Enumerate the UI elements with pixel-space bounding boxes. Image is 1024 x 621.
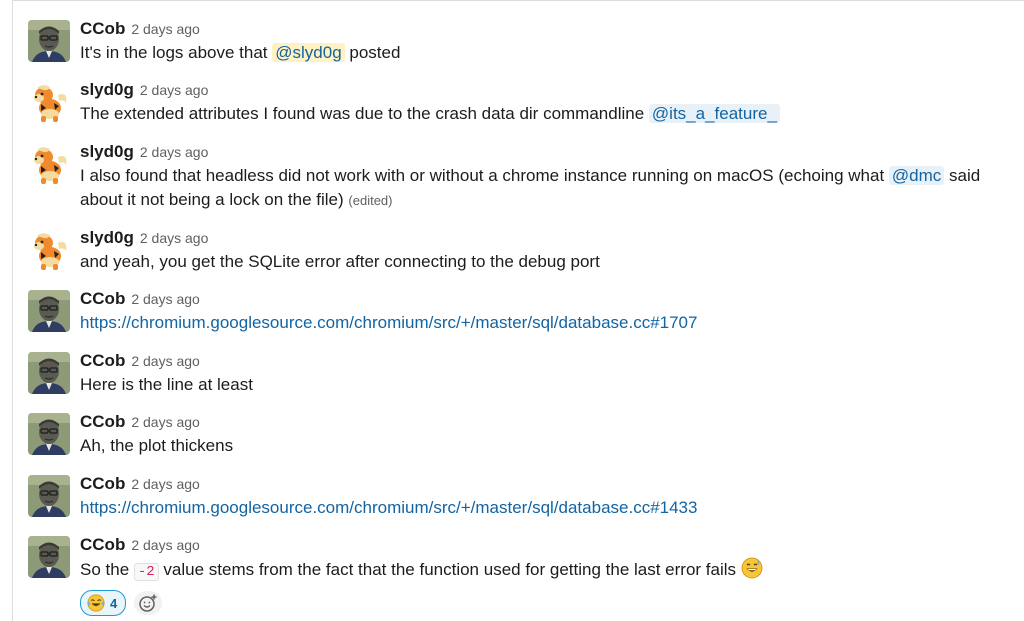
message-header: CCob 2 days ago <box>80 534 1018 556</box>
text-fragment: So the <box>80 560 134 579</box>
message-text: So the -2 value stems from the fact that… <box>80 557 1018 586</box>
timestamp[interactable]: 2 days ago <box>131 291 200 307</box>
message-content: slyd0g 2 days ago The extended attributes … <box>80 79 1018 126</box>
timestamp[interactable]: 2 days ago <box>131 537 200 553</box>
ccob-avatar[interactable] <box>28 536 70 578</box>
ccob-avatar[interactable] <box>28 352 70 394</box>
timestamp[interactable]: 2 days ago <box>140 230 209 246</box>
message-text: and yeah, you get the SQLite error after… <box>80 250 1018 274</box>
author-name[interactable]: CCob <box>80 535 125 554</box>
message-content: CCob 2 days ago So the -2 value stems from… <box>80 534 1018 616</box>
author-name[interactable]: CCob <box>80 289 125 308</box>
message-header: CCob 2 days ago <box>80 288 1018 310</box>
message-content: CCob 2 days ago Ah, the plot thickens <box>80 411 1018 458</box>
reaction-count: 4 <box>110 595 118 611</box>
grinning-sweat-emoji <box>741 557 763 586</box>
timestamp[interactable]: 2 days ago <box>140 144 209 160</box>
author-name[interactable]: CCob <box>80 19 125 38</box>
message-content: slyd0g 2 days ago I also found that headle… <box>80 141 1018 213</box>
message-header: slyd0g 2 days ago <box>80 79 1018 101</box>
left-divider <box>12 0 13 621</box>
timestamp[interactable]: 2 days ago <box>131 476 200 492</box>
message-content: CCob 2 days ago It's in the logs above tha… <box>80 18 1018 65</box>
timestamp[interactable]: 2 days ago <box>131 21 200 37</box>
growlithe-avatar[interactable] <box>28 229 70 271</box>
message-content: CCob 2 days ago https://chromium.googlesou… <box>80 288 1018 335</box>
url-link[interactable]: https://chromium.googlesource.com/chromi… <box>80 313 697 332</box>
timestamp[interactable]: 2 days ago <box>131 353 200 369</box>
author-name[interactable]: CCob <box>80 412 125 431</box>
user-mention[interactable]: @slyd0g <box>272 43 345 62</box>
message-text: Here is the line at least <box>80 373 1018 397</box>
message-header: CCob 2 days ago <box>80 473 1018 495</box>
text-fragment: and yeah, you get the SQLite error after… <box>80 252 600 271</box>
text-fragment: value stems from the fact that the funct… <box>158 560 741 579</box>
message-text: The extended attributes I found was due … <box>80 102 1018 126</box>
message-text: I also found that headless did not work … <box>80 164 1018 213</box>
author-name[interactable]: slyd0g <box>80 228 134 247</box>
message-content: CCob 2 days ago https://chromium.googlesou… <box>80 473 1018 520</box>
reaction-pill[interactable]: 4 <box>80 590 127 616</box>
ccob-avatar[interactable] <box>28 290 70 332</box>
text-fragment: posted <box>344 43 401 62</box>
message-header: slyd0g 2 days ago <box>80 227 1018 249</box>
timestamp[interactable]: 2 days ago <box>140 82 209 98</box>
message-header: CCob 2 days ago <box>80 18 1018 40</box>
add-reaction-icon[interactable] <box>134 591 163 615</box>
message-text: It's in the logs above that @slyd0g post… <box>80 41 1018 65</box>
author-name[interactable]: slyd0g <box>80 142 134 161</box>
inline-code: -2 <box>133 563 159 581</box>
author-name[interactable]: CCob <box>80 474 125 493</box>
message-header: slyd0g 2 days ago <box>80 141 1018 163</box>
message-text: Ah, the plot thickens <box>80 434 1018 458</box>
message-text: https://chromium.googlesource.com/chromi… <box>80 311 1018 335</box>
ccob-avatar[interactable] <box>28 475 70 517</box>
joy-emoji <box>87 594 105 612</box>
url-link[interactable]: https://chromium.googlesource.com/chromi… <box>80 498 697 517</box>
reactions-bar: 4 <box>80 590 1018 616</box>
message-header: CCob 2 days ago <box>80 350 1018 372</box>
edited-marker: (edited) <box>348 193 393 208</box>
message-text: https://chromium.googlesource.com/chromi… <box>80 496 1018 520</box>
text-fragment: Ah, the plot thickens <box>80 436 234 455</box>
top-divider <box>12 0 1024 1</box>
ccob-avatar[interactable] <box>28 20 70 62</box>
timestamp[interactable]: 2 days ago <box>131 414 200 430</box>
author-name[interactable]: CCob <box>80 351 125 370</box>
author-name[interactable]: slyd0g <box>80 80 134 99</box>
message-content: slyd0g 2 days ago and yeah, you get the SQ… <box>80 227 1018 274</box>
growlithe-avatar[interactable] <box>28 81 70 123</box>
ccob-avatar[interactable] <box>28 413 70 455</box>
message-content: CCob 2 days ago Here is the line at least <box>80 350 1018 397</box>
text-fragment: I also found that headless did not work … <box>80 166 889 185</box>
user-mention[interactable]: @dmc <box>888 166 945 185</box>
text-fragment: Here is the line at least <box>80 375 253 394</box>
text-fragment: The extended attributes I found was due … <box>80 104 649 123</box>
user-mention[interactable]: @its_a_feature_ <box>648 104 780 123</box>
text-fragment: It's in the logs above that <box>80 43 273 62</box>
growlithe-avatar[interactable] <box>28 143 70 185</box>
message-header: CCob 2 days ago <box>80 411 1018 433</box>
